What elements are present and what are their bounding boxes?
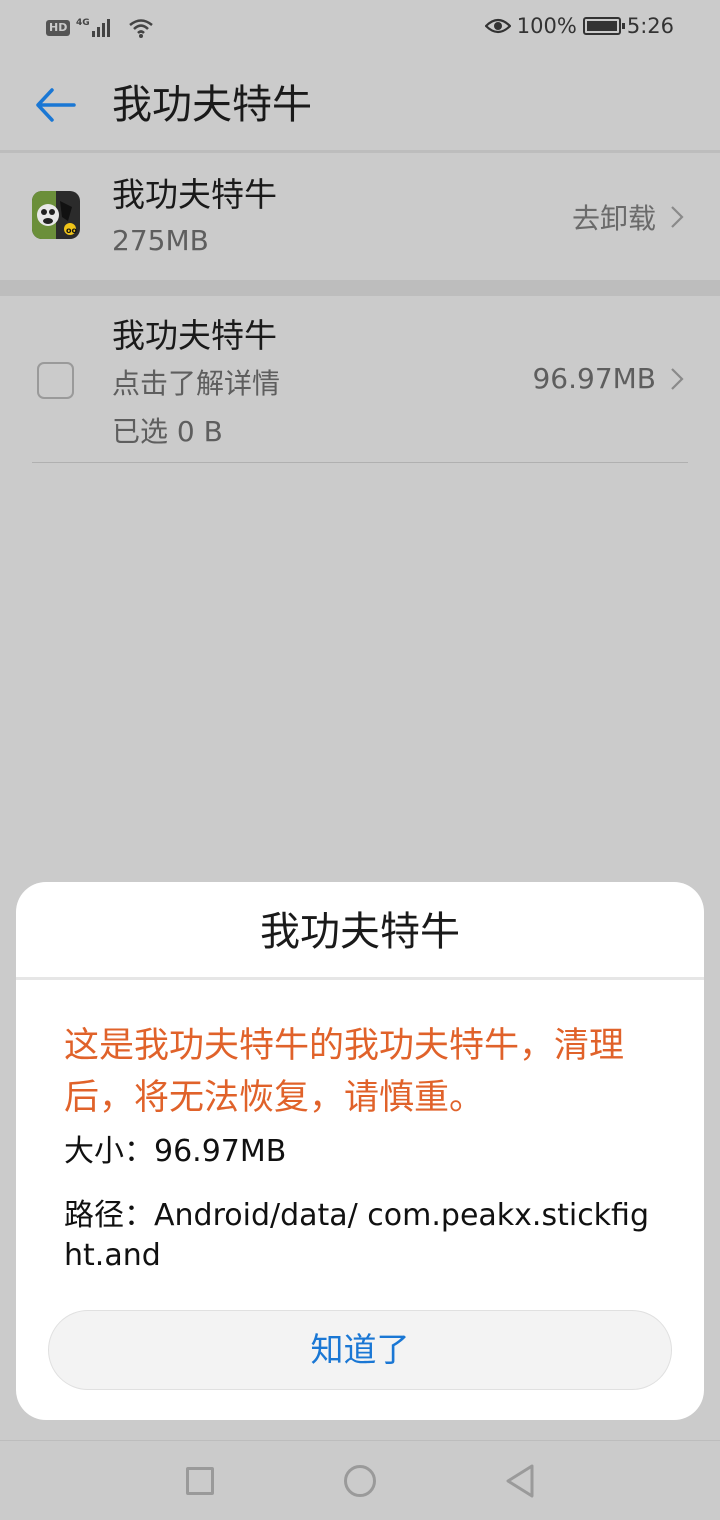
battery-percent: 100% [516,14,577,38]
item-size-label: 96.97MB [532,362,656,395]
item-size[interactable]: 96.97MB [532,362,684,395]
item-selected-size: 已选 0 B [112,415,223,448]
app-size: 275MB [112,224,209,257]
dialog-title: 我功夫特牛 [260,909,460,955]
app-name: 我功夫特牛 [112,175,277,214]
battery-icon [582,17,625,35]
hd-icon: HD [46,20,71,36]
data-item-row[interactable]: 我功夫特牛 点击了解详情 已选 0 B 96.97MB [0,296,720,464]
back-triangle-icon[interactable] [504,1463,536,1499]
item-divider [32,462,688,463]
eye-icon [484,18,511,34]
app-icon: oo [32,191,80,239]
app-row[interactable]: oo 我功夫特牛 275MB 去卸载 [0,153,720,280]
uninstall-button[interactable]: 去卸载 [572,197,684,237]
icon-badge-glyph: oo [66,226,77,235]
dialog-warning: 这是我功夫特牛的我功夫特牛，清理后，将无法恢复，请慎重。 [64,1026,625,1118]
recents-square-icon[interactable] [186,1467,214,1495]
app-bar: 我功夫特牛 [0,58,720,150]
dialog-size: 大小：96.97MB [64,1134,287,1169]
item-description: 点击了解详情 [112,367,281,400]
ok-button[interactable]: 知道了 [48,1310,672,1390]
dialog-divider [16,977,704,980]
chevron-right-icon [671,206,684,228]
home-circle-icon[interactable] [344,1465,376,1497]
chevron-right-icon [671,367,684,390]
section-gap [0,280,720,296]
status-left: HD 4G [46,16,154,40]
dialog-path: 路径：Android/data/ com.peakx.stickfight.an… [64,1198,649,1273]
clock: 5:26 [626,14,674,38]
back-arrow-icon[interactable] [30,80,80,130]
page-title: 我功夫特牛 [112,82,312,128]
status-right: 100% 5:26 [484,14,674,38]
info-dialog: 我功夫特牛 这是我功夫特牛的我功夫特牛，清理后，将无法恢复，请慎重。 大小：96… [16,882,704,1420]
item-checkbox[interactable] [37,362,74,399]
wifi-icon [129,19,154,38]
network-type-label: 4G [76,18,90,28]
status-bar: HD 4G 100% 5:26 [0,0,720,58]
item-title: 我功夫特牛 [112,316,277,355]
signal-icon: 4G [76,18,111,37]
system-nav-bar [0,1440,720,1520]
uninstall-label: 去卸载 [571,202,656,235]
